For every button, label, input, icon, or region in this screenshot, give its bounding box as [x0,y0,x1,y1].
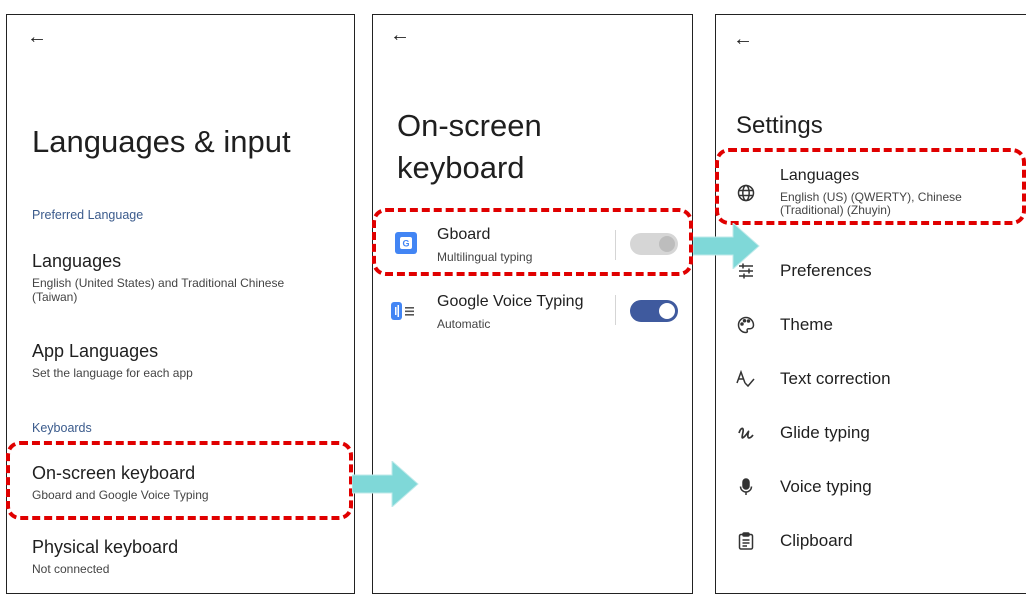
settings-languages-item[interactable]: Languages English (US) (QWERTY), Chinese… [716,163,1026,223]
divider [615,295,616,325]
settings-item-glide-typing[interactable]: Glide typing [716,413,1026,453]
settings-languages-subtitle-line1: English (US) (QWERTY), Chinese [780,190,962,204]
google-voice-typing-subtitle: Automatic [437,317,491,331]
page-title-line2: keyboard [397,150,525,185]
physical-keyboard-item-title: Physical keyboard [32,537,179,557]
languages-item-title: Languages [32,251,122,271]
onscreen-keyboard-item-subtitle: Gboard and Google Voice Typing [32,488,209,502]
gboard-title: Gboard [437,226,491,243]
back-arrow-icon[interactable]: ← [27,27,47,47]
settings-item-label: Clipboard [780,531,853,550]
settings-item-label: Theme [780,315,833,334]
next-step-arrow-icon [352,461,419,507]
gboard-item[interactable]: G Gboard Multilingual typing [373,220,692,274]
gboard-settings-screen: ← Settings Languages English (US) (QWERT… [715,14,1026,594]
settings-item-label: Voice typing [780,477,872,496]
google-voice-typing-item[interactable]: Google Voice Typing Automatic [373,287,692,341]
settings-languages-subtitle-line2: (Traditional) (Zhuyin) [780,203,891,217]
glide-icon [736,423,756,443]
app-languages-item[interactable]: App Languages Set the language for each … [7,333,354,383]
voice-typing-icon [391,300,419,322]
onscreen-keyboard-item-title: On-screen keyboard [32,463,196,483]
physical-keyboard-item-subtitle: Not connected [32,562,110,576]
gboard-icon: G [395,232,417,254]
globe-icon [736,183,756,203]
gboard-subtitle: Multilingual typing [437,250,533,264]
settings-item-clipboard[interactable]: Clipboard [716,521,1026,561]
settings-item-voice-typing[interactable]: Voice typing [716,467,1026,507]
app-languages-item-title: App Languages [32,341,159,361]
back-arrow-icon[interactable]: ← [390,25,410,45]
gboard-toggle-knob [659,236,675,252]
back-arrow-icon[interactable]: ← [733,29,753,49]
languages-input-screen: ← Languages & input Preferred Language L… [6,14,355,594]
onscreen-keyboard-item[interactable]: On-screen keyboard Gboard and Google Voi… [7,455,354,505]
physical-keyboard-item[interactable]: Physical keyboard Not connected [7,529,354,579]
google-voice-typing-title: Google Voice Typing [437,293,584,310]
languages-item-subtitle: English (United States) and Traditional … [32,276,285,304]
next-step-arrow-icon [693,223,760,269]
text-correction-icon [736,369,756,389]
google-voice-typing-toggle-knob [659,303,675,319]
mic-icon [736,477,756,497]
svg-text:G: G [402,239,409,249]
onscreen-keyboard-screen: ← On-screen keyboard G Gboard Multilingu… [372,14,693,594]
settings-item-label: Preferences [780,261,872,280]
settings-item-label: Glide typing [780,423,870,442]
languages-item[interactable]: Languages English (United States) and Tr… [7,243,354,313]
page-title-line1: On-screen [397,108,542,143]
palette-icon [736,315,756,335]
app-languages-item-subtitle: Set the language for each app [32,366,193,380]
google-voice-typing-toggle[interactable] [630,300,678,322]
section-header-keyboards: Keyboards [32,421,92,435]
page-title: Languages & input [32,124,291,159]
settings-item-label: Text correction [780,369,891,388]
page-title: Settings [736,112,823,139]
settings-item-text-correction[interactable]: Text correction [716,359,1026,399]
section-header-preferred-language: Preferred Language [32,208,144,222]
gboard-toggle[interactable] [630,233,678,255]
settings-languages-title: Languages [780,167,860,184]
clipboard-icon [736,531,756,551]
divider [615,230,616,260]
settings-item-theme[interactable]: Theme [716,305,1026,345]
